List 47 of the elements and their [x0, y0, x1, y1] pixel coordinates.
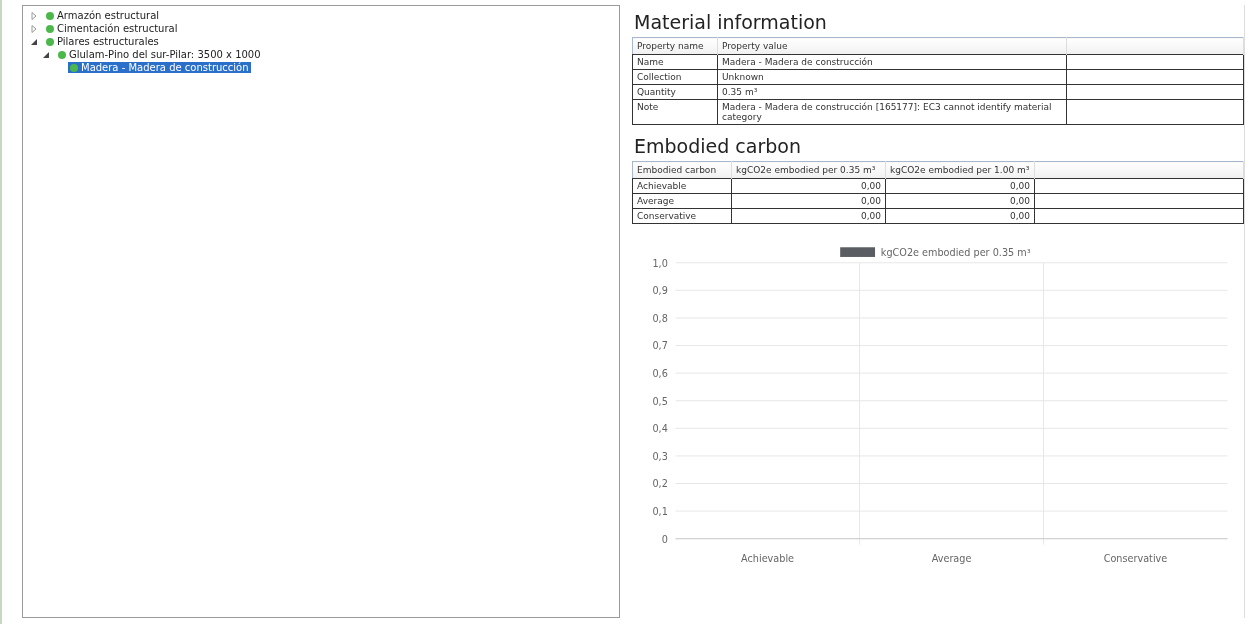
- tree-item[interactable]: Armazón estructural: [44, 10, 162, 21]
- axis-tick-label: 0: [661, 533, 668, 545]
- table-cell: Quantity: [632, 84, 718, 100]
- axis-tick-label: 0,8: [652, 312, 668, 324]
- table-cell: 0,00: [731, 178, 886, 194]
- axis-tick-label: 0,4: [652, 423, 668, 435]
- table-cell: Collection: [632, 69, 718, 85]
- legend-swatch: [840, 247, 876, 257]
- legend-label: kgCO2e embodied per 0.35 m³: [880, 247, 1031, 258]
- tree-item[interactable]: Pilares estructurales: [44, 36, 161, 47]
- table-cell: Achievable: [632, 178, 732, 194]
- table-cell: Conservative: [632, 208, 732, 224]
- table-cell: Unknown: [717, 69, 1067, 85]
- axis-category-label: Average: [931, 552, 972, 564]
- section-title: Material information: [634, 11, 828, 33]
- axis-category-label: Achievable: [741, 552, 795, 564]
- table-cell: 0,00: [885, 178, 1035, 194]
- column-header[interactable]: kgCO2e embodied per 1.00 m³: [885, 161, 1035, 179]
- table-cell: 0.35 m³: [717, 84, 1067, 100]
- axis-tick-label: 0,7: [652, 340, 668, 352]
- table-cell: Note: [632, 99, 718, 125]
- collapse-arrow-icon[interactable]: [30, 37, 38, 46]
- table-cell: Average: [632, 193, 732, 209]
- table-cell: 0,00: [731, 208, 886, 224]
- axis-tick-label: 0,1: [652, 506, 668, 517]
- tree-item[interactable]: Cimentación estructural: [44, 23, 180, 34]
- axis-category-label: Conservative: [1103, 552, 1168, 564]
- tree-item[interactable]: Madera - Madera de construcción: [68, 62, 251, 73]
- column-header[interactable]: Embodied carbon: [632, 161, 732, 179]
- axis-tick-label: 0,5: [652, 395, 668, 407]
- axis-tick-label: 0,9: [652, 285, 668, 297]
- collapse-arrow-icon[interactable]: [42, 50, 50, 59]
- table-cell: 0,00: [885, 208, 1035, 224]
- axis-tick-label: 0,2: [652, 478, 668, 490]
- column-header[interactable]: Property value: [717, 37, 1067, 55]
- tree-item[interactable]: Glulam-Pino del sur-Pilar: 3500 x 1000: [56, 49, 263, 60]
- axis-tick-label: 1,0: [652, 257, 668, 269]
- axis-tick-label: 0,6: [652, 368, 668, 379]
- column-header[interactable]: Property name: [632, 37, 718, 55]
- table-cell: 0,00: [731, 193, 886, 209]
- axis-tick-label: 0,3: [652, 450, 668, 462]
- table-cell: Name: [632, 54, 718, 70]
- section-title: Embodied carbon: [634, 135, 802, 157]
- table-cell: 0,00: [885, 193, 1035, 209]
- table-cell: Madera - Madera de construcción: [717, 54, 1067, 70]
- column-header[interactable]: kgCO2e embodied per 0.35 m³: [731, 161, 886, 179]
- table-cell: Madera - Madera de construcción [165177]: EC3 cannot identify material category: [717, 99, 1067, 125]
